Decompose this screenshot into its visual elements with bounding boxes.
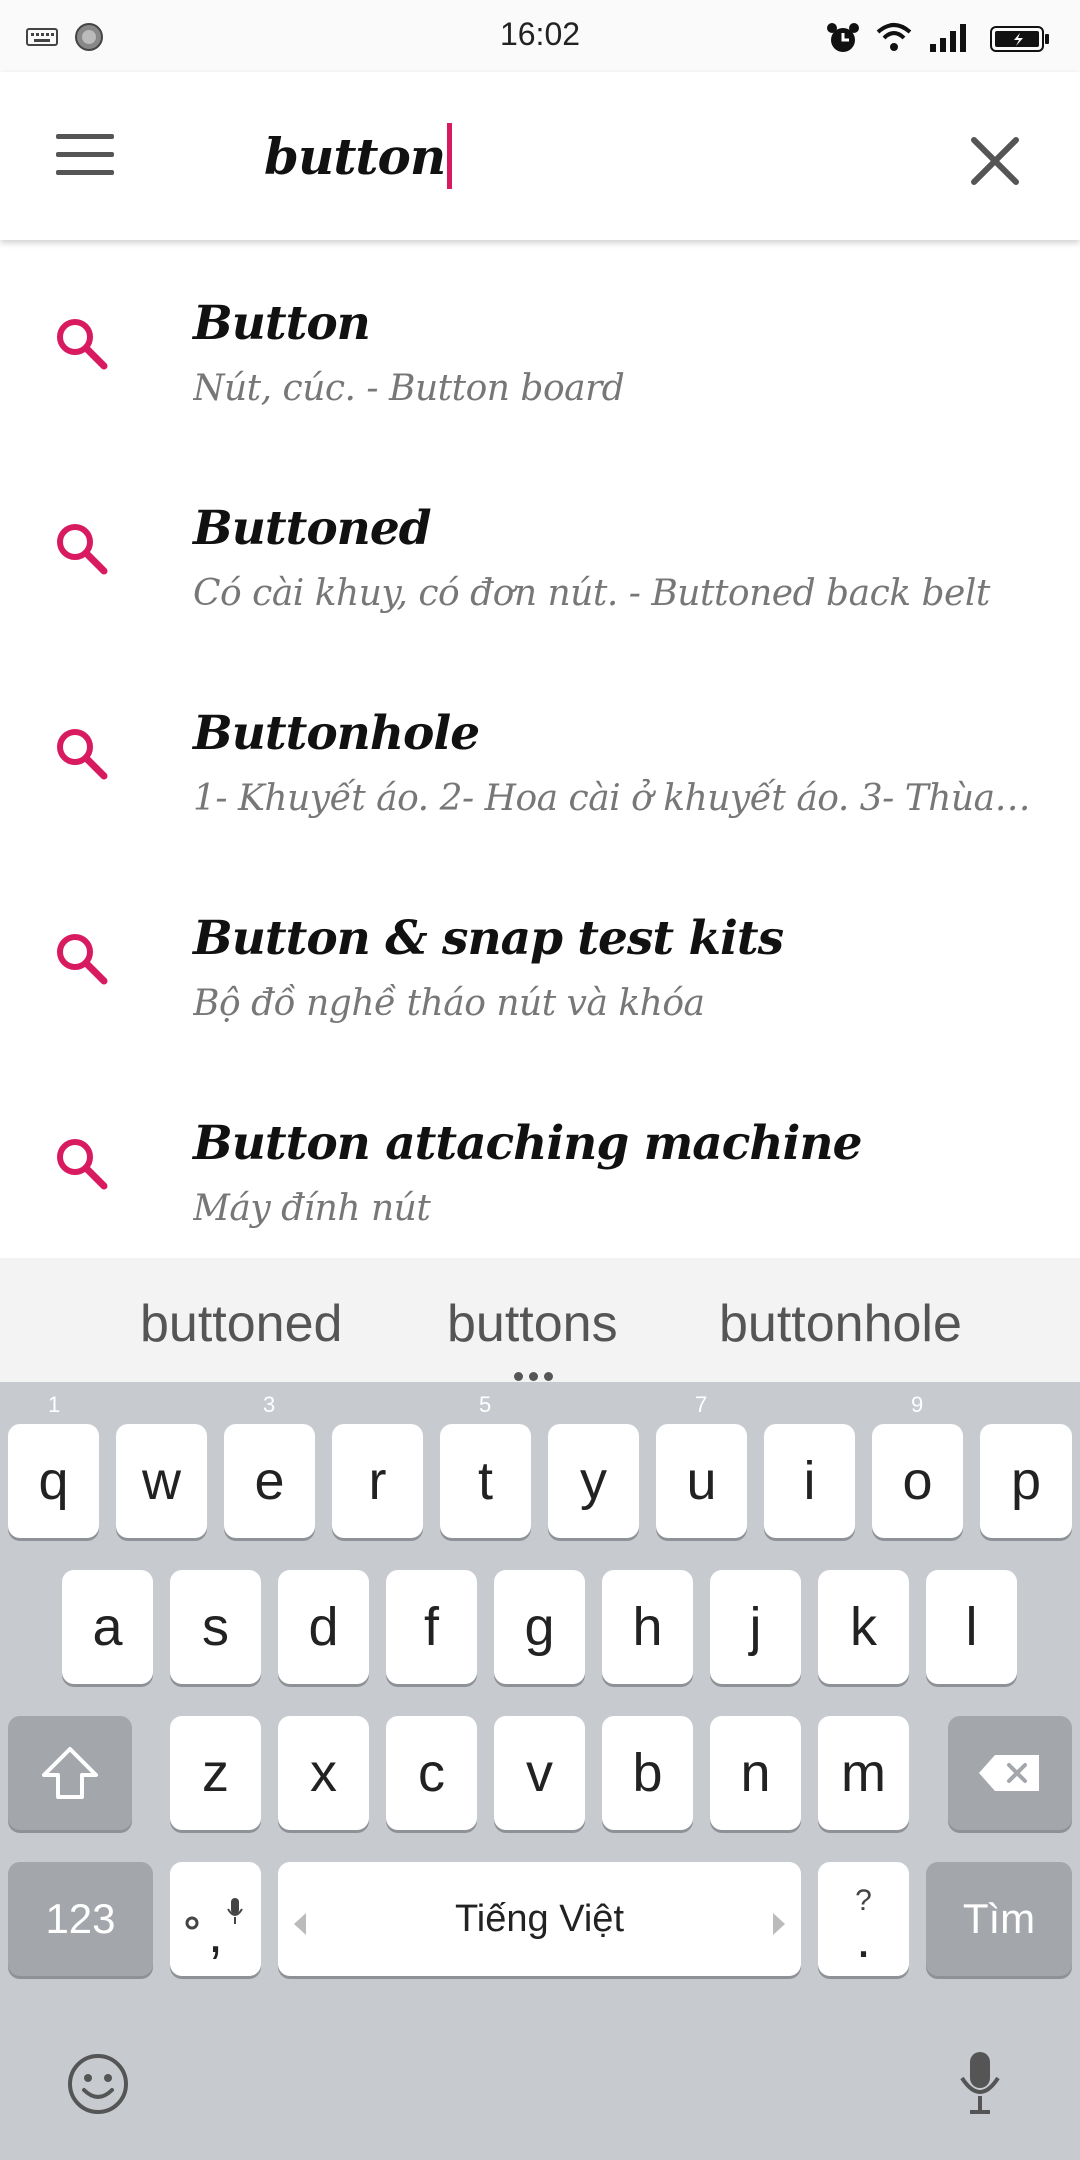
key-v[interactable]: v <box>494 1716 585 1830</box>
key-c[interactable]: c <box>386 1716 477 1830</box>
key-hint: 5 <box>479 1392 492 1417</box>
result-title: Button & snap test kits <box>193 911 784 966</box>
result-title: Button <box>193 296 371 351</box>
emoji-icon[interactable] <box>66 2052 130 2120</box>
search-results-list: Button Nút, cúc. - Button board Buttoned… <box>0 240 1080 1258</box>
key-z[interactable]: z <box>170 1716 261 1830</box>
key-hint: 3 <box>263 1392 276 1417</box>
status-bar: 16:02 <box>0 0 1080 72</box>
battery-icon <box>990 26 1050 56</box>
comma-key[interactable]: , <box>170 1862 261 1976</box>
result-subtitle: Có cài khuy, có đơn nút. - Buttoned back… <box>193 573 990 614</box>
key-x[interactable]: x <box>278 1716 369 1830</box>
result-title: Buttoned <box>193 501 432 556</box>
key-l[interactable]: l <box>926 1570 1017 1684</box>
key-hint: 9 <box>911 1392 924 1417</box>
result-title: Button attaching machine <box>193 1116 862 1171</box>
key-y[interactable]: y <box>548 1424 639 1538</box>
space-key[interactable]: Tiếng Việt <box>278 1862 801 1976</box>
result-item[interactable]: Buttonhole 1- Khuyết áo. 2- Hoa cài ở kh… <box>0 650 1080 855</box>
backspace-icon <box>979 1755 1039 1791</box>
space-key-label: Tiếng Việt <box>455 1897 624 1940</box>
signal-icon <box>928 24 968 56</box>
left-arrow-icon <box>292 1904 308 1947</box>
close-icon[interactable] <box>960 126 1030 196</box>
result-subtitle: Máy đính nút <box>193 1188 431 1229</box>
suggestion-word[interactable]: buttons <box>447 1294 618 1354</box>
status-time: 16:02 <box>499 16 581 52</box>
key-d[interactable]: d <box>278 1570 369 1684</box>
period-key[interactable]: ? . <box>818 1862 909 1976</box>
mic-small-icon <box>226 1876 244 1938</box>
microphone-icon[interactable] <box>958 2050 1002 2120</box>
key-i[interactable]: i <box>764 1424 855 1538</box>
key-g[interactable]: g <box>494 1570 585 1684</box>
key-hint: 7 <box>695 1392 708 1417</box>
shift-key[interactable] <box>8 1716 132 1830</box>
key-f[interactable]: f <box>386 1570 477 1684</box>
search-input[interactable]: button <box>264 116 453 196</box>
search-icon <box>52 519 112 579</box>
key-t[interactable]: t <box>440 1424 531 1538</box>
key-o[interactable]: o <box>872 1424 963 1538</box>
result-subtitle: 1- Khuyết áo. 2- Hoa cài ở khuyết áo. 3-… <box>193 778 1033 819</box>
key-q[interactable]: q <box>8 1424 99 1538</box>
shift-icon <box>42 1747 98 1799</box>
key-w[interactable]: w <box>116 1424 207 1538</box>
comma-key-label: , <box>207 1904 223 1964</box>
backspace-key[interactable] <box>948 1716 1072 1830</box>
result-title: Buttonhole <box>193 706 480 761</box>
search-app-bar: button <box>0 72 1080 240</box>
suggestion-word[interactable]: buttonhole <box>719 1294 962 1354</box>
search-icon <box>52 314 112 374</box>
key-k[interactable]: k <box>818 1570 909 1684</box>
key-u[interactable]: u <box>656 1424 747 1538</box>
more-suggestions-icon[interactable] <box>514 1366 562 1381</box>
key-j[interactable]: j <box>710 1570 801 1684</box>
key-h[interactable]: h <box>602 1570 693 1684</box>
search-icon <box>52 724 112 784</box>
text-cursor <box>447 123 453 189</box>
key-hint: 1 <box>48 1392 61 1417</box>
search-action-key[interactable]: Tìm <box>926 1862 1072 1976</box>
period-key-label: . <box>855 1909 871 1969</box>
result-item[interactable]: Button & snap test kits Bộ đồ nghề tháo … <box>0 855 1080 1060</box>
key-m[interactable]: m <box>818 1716 909 1830</box>
period-hint: ? <box>855 1884 872 1917</box>
on-screen-keyboard: 1 3 5 7 9 q w e r t y u i o p a s d f g … <box>0 1382 1080 2160</box>
hamburger-menu-icon[interactable] <box>40 126 130 186</box>
key-b[interactable]: b <box>602 1716 693 1830</box>
key-n[interactable]: n <box>710 1716 801 1830</box>
wifi-icon <box>876 22 912 56</box>
key-s[interactable]: s <box>170 1570 261 1684</box>
key-e[interactable]: e <box>224 1424 315 1538</box>
search-icon <box>52 929 112 989</box>
result-subtitle: Nút, cúc. - Button board <box>193 368 625 409</box>
key-a[interactable]: a <box>62 1570 153 1684</box>
result-subtitle: Bộ đồ nghề tháo nút và khóa <box>193 983 705 1024</box>
key-r[interactable]: r <box>332 1424 423 1538</box>
key-p[interactable]: p <box>980 1424 1072 1538</box>
numbers-mode-key[interactable]: 123 <box>8 1862 153 1976</box>
right-arrow-icon <box>771 1904 787 1947</box>
alarm-icon <box>826 22 860 58</box>
settings-small-icon <box>184 1882 200 1944</box>
result-item[interactable]: Button Nút, cúc. - Button board <box>0 240 1080 445</box>
keyboard-suggestion-strip: buttoned buttons buttonhole <box>0 1258 1080 1382</box>
search-icon <box>52 1134 112 1194</box>
result-item[interactable]: Button attaching machine Máy đính nút <box>0 1060 1080 1258</box>
result-item[interactable]: Buttoned Có cài khuy, có đơn nút. - Butt… <box>0 445 1080 650</box>
suggestion-word[interactable]: buttoned <box>140 1294 342 1354</box>
search-input-value: button <box>264 126 446 186</box>
